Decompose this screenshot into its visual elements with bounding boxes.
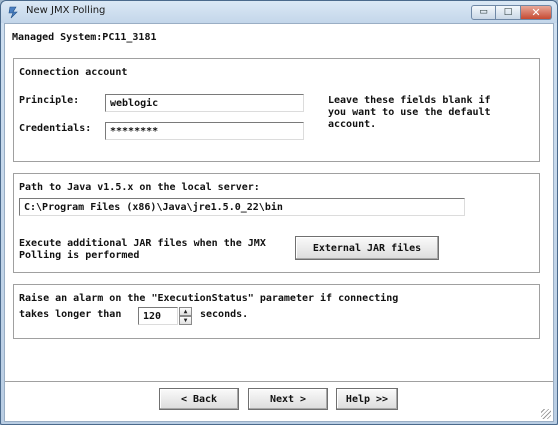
connection-account-group: Connection account Principle: Credential… bbox=[13, 58, 540, 162]
alarm-text-line1: Raise an alarm on the "ExecutionStatus" … bbox=[19, 293, 399, 304]
help-text-line2: you want to use the default bbox=[328, 107, 491, 118]
maximize-icon: □ bbox=[503, 7, 513, 17]
resize-grip[interactable] bbox=[541, 409, 551, 419]
principle-input[interactable] bbox=[105, 94, 304, 112]
help-button[interactable]: Help >> bbox=[336, 388, 398, 410]
help-text-line1: Leave these fields blank if bbox=[328, 95, 491, 106]
minimize-button[interactable]: ▭ bbox=[471, 5, 496, 20]
next-button[interactable]: Next > bbox=[248, 388, 328, 410]
close-button[interactable]: ✕ bbox=[521, 5, 552, 20]
window-title: New JMX Polling bbox=[26, 5, 106, 16]
title-bar[interactable]: New JMX Polling ▭ □ ✕ bbox=[1, 1, 557, 23]
alarm-group: Raise an alarm on the "ExecutionStatus" … bbox=[13, 284, 540, 339]
jar-text-line1: Execute additional JAR files when the JM… bbox=[19, 238, 266, 249]
close-icon: ✕ bbox=[531, 6, 541, 19]
credentials-label: Credentials: bbox=[19, 123, 92, 134]
connection-heading: Connection account bbox=[19, 67, 128, 78]
minimize-icon: ▭ bbox=[479, 7, 488, 17]
timeout-seconds-input[interactable] bbox=[138, 307, 178, 325]
maximize-button[interactable]: □ bbox=[496, 5, 521, 20]
credentials-input[interactable] bbox=[105, 122, 304, 140]
help-text-line3: account. bbox=[328, 119, 377, 130]
arrow-down-icon: ▼ bbox=[183, 316, 188, 324]
arrow-up-icon: ▲ bbox=[183, 307, 188, 315]
jar-text-line2: Polling is performed bbox=[19, 250, 140, 261]
java-path-group: Path to Java v1.5.x on the local server:… bbox=[13, 173, 540, 273]
java-path-input[interactable] bbox=[19, 198, 465, 216]
alarm-text-suffix: seconds. bbox=[200, 309, 249, 320]
java-path-label: Path to Java v1.5.x on the local server: bbox=[19, 182, 260, 193]
footer-separator bbox=[5, 381, 553, 383]
wizard-page: Managed System:PC11_3181 Connection acco… bbox=[4, 23, 554, 422]
timeout-spin-up[interactable]: ▲ bbox=[179, 307, 192, 316]
wizard-window: New JMX Polling ▭ □ ✕ Managed System:PC1… bbox=[0, 0, 558, 425]
principle-label: Principle: bbox=[19, 95, 80, 106]
alarm-text-prefix: takes longer than bbox=[19, 309, 122, 320]
back-button[interactable]: < Back bbox=[159, 388, 239, 410]
external-jar-files-button[interactable]: External JAR files bbox=[295, 236, 439, 260]
managed-system-label: Managed System:PC11_3181 bbox=[12, 32, 157, 43]
jmx-app-icon bbox=[8, 6, 18, 19]
timeout-spin-down[interactable]: ▼ bbox=[179, 316, 192, 325]
